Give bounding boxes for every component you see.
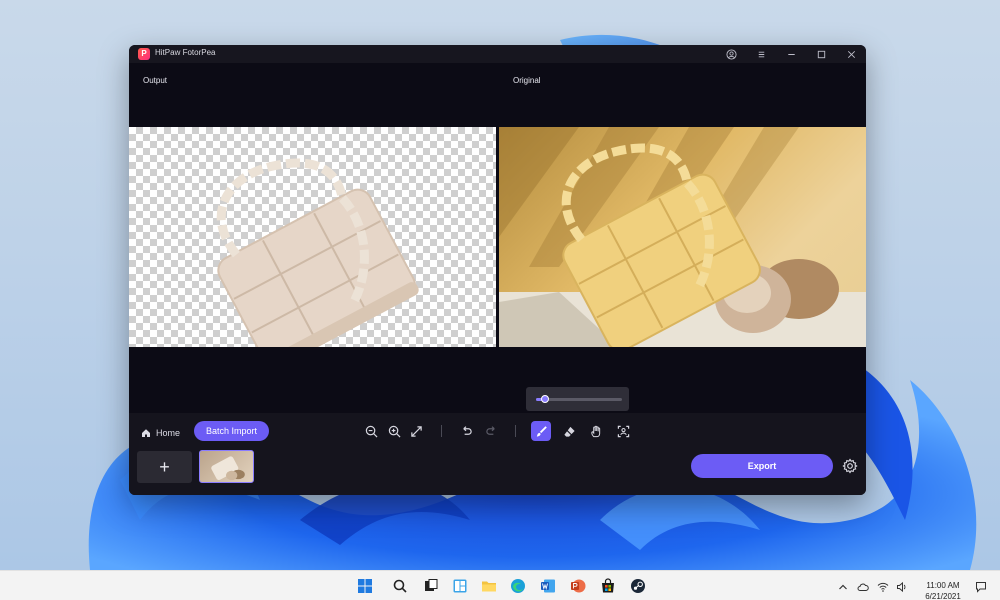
start-button[interactable] <box>357 578 373 594</box>
zoom-out-icon <box>365 425 377 437</box>
redo-button[interactable] <box>481 421 501 441</box>
brush-size-popup <box>526 387 629 411</box>
edge-browser-button[interactable] <box>510 578 526 594</box>
eraser-tool-button[interactable] <box>559 421 579 441</box>
maximize-button[interactable] <box>810 45 832 63</box>
edge-icon <box>511 579 525 593</box>
wifi-icon <box>877 582 889 592</box>
close-icon <box>847 50 855 58</box>
original-preview[interactable] <box>499 127 866 347</box>
output-label: Output <box>143 76 168 85</box>
redo-icon <box>485 425 495 435</box>
steam-button[interactable] <box>630 578 646 594</box>
taskbar: 11:00 AM 6/21/2021 <box>0 570 1000 600</box>
search-icon <box>393 579 407 593</box>
fit-screen-icon <box>410 425 422 437</box>
toolbar-divider <box>441 425 442 437</box>
notifications-button[interactable] <box>975 580 987 593</box>
settings-button[interactable] <box>842 458 858 474</box>
minimize-button[interactable] <box>780 45 802 63</box>
bottom-toolbar: Home Batch Import + Export <box>129 413 866 495</box>
cloud-icon <box>857 583 869 591</box>
image-thumbnail[interactable] <box>199 450 254 483</box>
close-button[interactable] <box>840 45 862 63</box>
fit-screen-button[interactable] <box>406 421 426 441</box>
app-window: P HitPaw FotorPea Output Original Home B… <box>129 45 866 495</box>
app-title: HitPaw FotorPea <box>155 48 216 57</box>
output-preview[interactable] <box>129 127 496 347</box>
hand-icon <box>590 425 600 437</box>
brush-size-handle[interactable] <box>540 395 549 403</box>
task-view-button[interactable] <box>423 578 439 594</box>
clock-time: 11:00 AM <box>926 581 960 590</box>
undo-icon <box>462 425 472 435</box>
widgets-icon <box>453 579 467 593</box>
widgets-button[interactable] <box>452 578 468 594</box>
task-view-icon <box>425 579 438 591</box>
export-button[interactable]: Export <box>691 454 833 478</box>
account-button[interactable] <box>720 45 742 63</box>
hamburger-icon <box>758 51 764 57</box>
app-logo: P <box>138 48 150 60</box>
original-label: Original <box>513 76 541 85</box>
tray-overflow-button[interactable] <box>837 580 849 592</box>
bag-thumbnail-image <box>211 456 245 481</box>
store-button[interactable] <box>600 578 616 594</box>
brush-icon <box>536 425 547 437</box>
maximize-icon <box>817 50 825 58</box>
notification-icon <box>976 582 986 593</box>
zoom-in-icon <box>388 425 400 437</box>
windows-logo-icon <box>358 579 372 593</box>
folder-icon <box>482 581 496 592</box>
taskbar-search-button[interactable] <box>392 578 408 594</box>
user-circle-icon <box>725 48 737 60</box>
home-label: Home <box>156 428 181 438</box>
chevron-up-icon <box>839 584 847 590</box>
file-explorer-button[interactable] <box>481 578 497 594</box>
home-icon <box>142 429 150 437</box>
word-icon <box>541 579 555 593</box>
network-button[interactable] <box>877 580 889 592</box>
title-bar: P HitPaw FotorPea <box>129 45 866 63</box>
bag-photo-image <box>499 127 866 347</box>
onedrive-button[interactable] <box>857 580 869 592</box>
store-icon <box>602 578 614 593</box>
volume-button[interactable] <box>896 580 908 593</box>
clock-date: 6/21/2021 <box>925 592 961 600</box>
brush-size-slider[interactable] <box>536 395 622 403</box>
gear-icon <box>842 458 858 474</box>
zoom-out-button[interactable] <box>361 421 381 441</box>
undo-button[interactable] <box>456 421 476 441</box>
batch-import-button[interactable]: Batch Import <box>194 421 269 441</box>
toolbar-divider <box>515 425 516 437</box>
taskbar-clock[interactable]: 11:00 AM 6/21/2021 <box>914 580 972 600</box>
add-image-button[interactable]: + <box>137 451 192 483</box>
eraser-icon <box>563 426 575 437</box>
minimize-icon <box>787 53 795 55</box>
speaker-icon <box>897 581 906 593</box>
powerpoint-button[interactable] <box>570 578 586 594</box>
home-button[interactable]: Home <box>141 424 180 442</box>
menu-button[interactable] <box>750 45 772 63</box>
word-button[interactable] <box>540 578 556 594</box>
brush-tool-button[interactable] <box>531 421 551 441</box>
select-subject-button[interactable] <box>613 421 633 441</box>
hand-tool-button[interactable] <box>586 421 606 441</box>
select-subject-icon <box>617 425 629 437</box>
powerpoint-icon <box>571 579 586 593</box>
steam-icon <box>631 579 645 593</box>
zoom-in-button[interactable] <box>384 421 404 441</box>
bag-cutout-image <box>216 158 419 347</box>
